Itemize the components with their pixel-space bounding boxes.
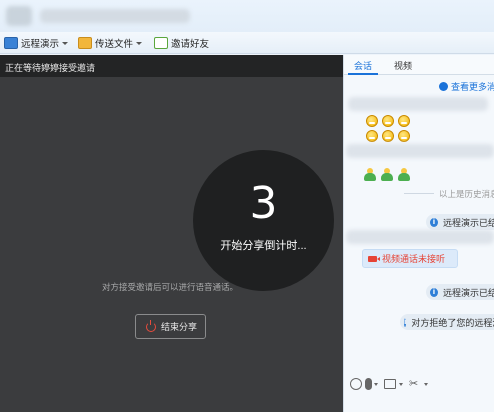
video-camera-icon <box>368 255 380 262</box>
countdown-circle: 3 开始分享倒计时... <box>193 150 334 291</box>
system-notice: i 远程演示已结束 <box>426 284 494 300</box>
system-notice: i 对方拒绝了您的远程演示 <box>400 314 494 330</box>
monitor-icon <box>4 37 18 49</box>
chevron-down-icon[interactable] <box>374 382 378 386</box>
chat-toolbar: 远程演示 传送文件 邀请好友 <box>0 32 494 54</box>
share-status-header: 正在等待婷婷接受邀请 <box>0 55 343 77</box>
history-divider-label: 以上是历史消息 <box>439 189 494 199</box>
chevron-down-icon[interactable] <box>424 382 428 386</box>
title-bar <box>0 0 494 32</box>
invite-friend-label: 邀请好友 <box>171 39 210 50</box>
grin-emoji <box>382 115 394 127</box>
person-emoji <box>364 168 376 181</box>
view-more-label: 查看更多消息 <box>451 82 494 92</box>
scissors-icon[interactable]: ✂ <box>409 378 421 390</box>
person-emoji <box>398 168 410 181</box>
chat-panel: 会话 视频 查看更多消息 以上是历史消息 i 远程演示已结束 视频通话未接听 i… <box>343 55 494 412</box>
power-icon <box>146 319 156 332</box>
screen-share-panel: 正在等待婷婷接受邀请 3 开始分享倒计时... 对方接受邀请后可以进行语音通话。… <box>0 55 343 412</box>
sender-name-blurred <box>346 230 494 244</box>
view-more-messages-link[interactable]: 查看更多消息 <box>439 80 494 93</box>
folder-icon <box>78 37 92 49</box>
tab-video[interactable]: 视频 <box>394 59 412 72</box>
chevron-down-icon[interactable] <box>399 382 403 386</box>
clock-icon <box>439 82 448 91</box>
notice-text: 远程演示已结束 <box>442 287 494 298</box>
missed-video-call[interactable]: 视频通话未接听 <box>362 249 458 268</box>
microphone-icon[interactable] <box>365 378 372 390</box>
image-icon[interactable] <box>384 379 396 389</box>
voice-hint: 对方接受邀请后可以进行语音通话。 <box>102 282 239 292</box>
person-emoji <box>381 168 393 181</box>
send-file-label: 传送文件 <box>95 39 134 50</box>
active-tab-indicator <box>348 73 378 75</box>
contact-avatar-blurred <box>6 6 32 26</box>
laugh-emoji <box>366 130 378 142</box>
end-share-label: 结束分享 <box>161 322 198 332</box>
end-share-button[interactable]: 结束分享 <box>135 314 206 339</box>
remote-demo-button[interactable]: 远程演示 <box>4 35 69 51</box>
laugh-emoji <box>398 130 410 142</box>
system-notice: i 远程演示已结束 <box>426 214 494 230</box>
divider <box>404 193 434 194</box>
chevron-down-icon[interactable] <box>62 41 69 45</box>
grin-emoji <box>398 115 410 127</box>
missed-call-label: 视频通话未接听 <box>382 254 446 264</box>
laugh-emoji <box>382 130 394 142</box>
emoji-icon[interactable] <box>350 378 362 390</box>
chat-tabs: 会话 视频 <box>344 55 494 75</box>
input-toolbar: ✂ <box>344 374 494 394</box>
remote-demo-label: 远程演示 <box>21 39 60 50</box>
chevron-down-icon[interactable] <box>136 41 143 45</box>
sender-name-blurred <box>348 97 488 111</box>
grin-emoji <box>366 115 378 127</box>
notice-text: 远程演示已结束 <box>442 217 494 228</box>
info-icon: i <box>430 217 438 227</box>
info-icon: i <box>430 287 438 297</box>
contact-name-blurred <box>40 9 190 23</box>
countdown-number: 3 <box>249 178 278 229</box>
add-friend-icon <box>154 37 168 49</box>
countdown-text: 开始分享倒计时... <box>220 240 307 252</box>
send-file-button[interactable]: 传送文件 <box>78 35 143 51</box>
tab-conversation[interactable]: 会话 <box>354 59 372 72</box>
notice-text: 对方拒绝了您的远程演示 <box>411 317 494 328</box>
sender-name-blurred <box>346 144 494 158</box>
info-icon: i <box>404 317 407 327</box>
invite-friend-button[interactable]: 邀请好友 <box>154 35 209 51</box>
